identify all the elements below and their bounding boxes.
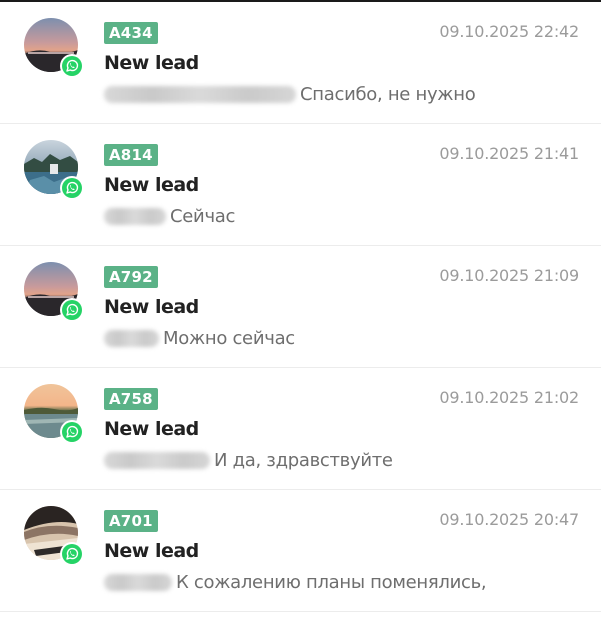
avatar xyxy=(24,384,84,444)
message-preview: Сейчас xyxy=(104,206,235,227)
conversation-item[interactable]: A434 New lead 09.10.2025 22:42 Спасибо, … xyxy=(0,2,601,124)
blurred-contact-name xyxy=(104,452,210,469)
message-preview: Спасибо, не нужно xyxy=(104,84,476,105)
conversation-title: New lead xyxy=(104,418,199,440)
conversation-date: 09.10.2025 21:02 xyxy=(439,388,579,407)
conversation-item[interactable]: A701 New lead 09.10.2025 20:47 К сожален… xyxy=(0,490,601,612)
conversation-item[interactable]: A814 New lead 09.10.2025 21:41 Сейчас xyxy=(0,124,601,246)
blurred-contact-name xyxy=(104,574,172,591)
avatar xyxy=(24,506,84,566)
lead-tag: A434 xyxy=(104,22,158,44)
message-text: Спасибо, не нужно xyxy=(300,84,476,105)
whatsapp-icon xyxy=(60,54,84,78)
conversation-title: New lead xyxy=(104,174,199,196)
blurred-contact-name xyxy=(104,86,296,103)
avatar xyxy=(24,18,84,78)
conversation-date: 09.10.2025 22:42 xyxy=(439,22,579,41)
conversation-item[interactable]: A758 New lead 09.10.2025 21:02 И да, здр… xyxy=(0,368,601,490)
message-text: Сейчас xyxy=(170,206,236,227)
avatar xyxy=(24,262,84,322)
blurred-contact-name xyxy=(104,330,159,347)
conversation-date: 09.10.2025 21:41 xyxy=(439,144,579,163)
message-preview: К сожалению планы поменялись, xyxy=(104,572,487,593)
whatsapp-icon xyxy=(60,298,84,322)
lead-tag: A792 xyxy=(104,266,158,288)
conversation-item[interactable]: A792 New lead 09.10.2025 21:09 Можно сей… xyxy=(0,246,601,368)
conversation-title: New lead xyxy=(104,296,199,318)
whatsapp-icon xyxy=(60,420,84,444)
avatar xyxy=(24,140,84,200)
message-text: К сожалению планы поменялись, xyxy=(176,572,487,593)
lead-tag: A758 xyxy=(104,388,158,410)
message-text: И да, здравствуйте xyxy=(214,450,393,471)
message-preview: Можно сейчас xyxy=(104,328,295,349)
message-text: Можно сейчас xyxy=(163,328,295,349)
lead-tag: A814 xyxy=(104,144,158,166)
conversation-date: 09.10.2025 21:09 xyxy=(439,266,579,285)
whatsapp-icon xyxy=(60,176,84,200)
conversation-date: 09.10.2025 20:47 xyxy=(439,510,579,529)
whatsapp-icon xyxy=(60,542,84,566)
conversation-list: A434 New lead 09.10.2025 22:42 Спасибо, … xyxy=(0,2,601,612)
message-preview: И да, здравствуйте xyxy=(104,450,393,471)
conversation-title: New lead xyxy=(104,540,199,562)
conversation-title: New lead xyxy=(104,52,199,74)
lead-tag: A701 xyxy=(104,510,158,532)
blurred-contact-name xyxy=(104,208,166,225)
